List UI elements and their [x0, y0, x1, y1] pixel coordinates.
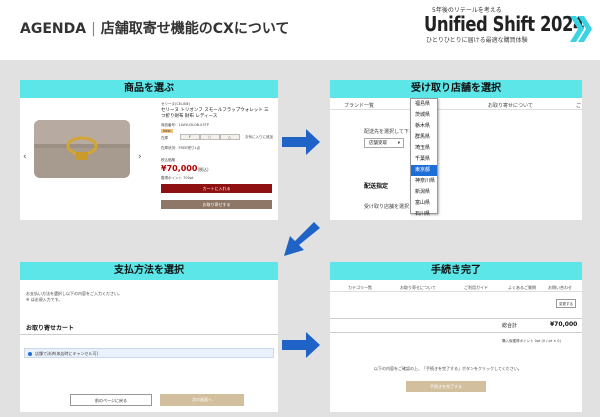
prefecture-option[interactable]: 千葉県 [411, 154, 437, 165]
product-image [34, 120, 130, 178]
arrow-right-icon [282, 332, 320, 358]
new-badge: New [161, 129, 173, 133]
brand-subtitle: ひとりひとりに届ける最適な購買体験 [426, 37, 528, 44]
panel-title: 商品を選ぶ [20, 80, 278, 98]
panel-complete: 手続き完了 カテゴリ一覧 お取り寄せについて ご利用ガイド よくあるご質問 お問… [330, 262, 582, 412]
product-name: セリーヌ トリオンフ スモールフラップウォレット 三つ折り財布 財布 レディース [161, 108, 269, 119]
total-value: ¥70,000 [550, 321, 578, 328]
pickup-store-label: 受け取り店舗を選択 [364, 204, 410, 210]
stock-label: 在庫 [161, 136, 168, 140]
prefecture-option[interactable]: 栃木県 [411, 121, 437, 132]
payment-option-row[interactable]: 店舗で決済(来店時にキャンセル可) [24, 348, 274, 358]
radio-selected-icon[interactable] [28, 352, 32, 356]
next-button[interactable]: 次の画面へ [160, 394, 244, 406]
confirm-instruction: 以下の内容をご確認の上、「手続きを完了する」ボタンをクリックしてください。 [374, 366, 522, 371]
nav-bar: ブランド一覧 お取り寄せについて ご [330, 100, 582, 110]
favorite-link[interactable]: お気に入りに追加 [245, 135, 273, 140]
prefecture-option[interactable]: 埼玉県 [411, 143, 437, 154]
nav-contact[interactable]: お問い合わせ [548, 285, 572, 291]
cart-heading: お取り寄せカート [26, 325, 75, 332]
divider [330, 332, 582, 333]
arrow-right-icon [282, 129, 320, 155]
total-label: 総合計 [502, 323, 518, 329]
prefecture-option-selected[interactable]: 東京都 [411, 165, 437, 176]
prefecture-option[interactable]: 群馬県 [411, 132, 437, 143]
panel-select-store: 受け取り店舗を選択 ブランド一覧 お取り寄せについて ご 配送先を選択して下さい… [330, 80, 582, 220]
price-label: 税込価格 [161, 158, 175, 162]
size-option[interactable]: F [180, 134, 200, 140]
prefecture-option[interactable]: 新潟県 [411, 187, 437, 198]
brand-logo: 5年後のリテールを考える Unified Shift 2024 ひとりひとりに届… [424, 4, 594, 50]
stock-status: 在庫状況：FREE残り1点 [161, 146, 201, 150]
panel-payment-method: 支払方法を選択 お支払い方法を選択し以下の内容をご入力ください。 ※ は必須入力… [20, 262, 278, 412]
order-shipping-button[interactable]: お取り寄せする [161, 200, 272, 209]
product-brand[interactable]: セリーヌ(CELINE) [161, 102, 190, 107]
product-code: 商品番号：10AYU3LOB.03TP [161, 123, 209, 127]
add-to-cart-button[interactable]: カートに入れる [161, 184, 272, 193]
nav-more[interactable]: ご [576, 102, 581, 109]
nav-shipping[interactable]: お取り寄せについて [400, 285, 436, 291]
next-image-icon[interactable]: › [138, 152, 142, 162]
panel-select-product: 商品を選ぶ ‹ › セリーヌ(CELINE) セリーヌ トリオンフ スモールフラ… [20, 80, 278, 220]
complete-button[interactable]: 手続きを完了する [406, 381, 486, 392]
divider [330, 318, 582, 319]
prefecture-option[interactable]: 石川県 [411, 209, 437, 220]
nav-faq[interactable]: よくあるご質問 [508, 285, 536, 291]
panel-title: 支払方法を選択 [20, 262, 278, 280]
points-note: 購入後獲得ポイント 0pt (0 / pt × 0) [502, 339, 561, 343]
nav-guide[interactable]: ご利用ガイド [464, 285, 488, 291]
prefecture-dropdown[interactable]: 福島県 茨城県 栃木県 群馬県 埼玉県 千葉県 東京都 神奈川県 新潟県 富山県… [410, 98, 438, 217]
arrow-down-left-icon [284, 222, 320, 256]
size-option[interactable]: ○ [200, 134, 220, 140]
prefecture-option[interactable]: 福島県 [411, 99, 437, 110]
agenda-label: AGENDA [20, 21, 87, 37]
title-separator: | [91, 21, 96, 37]
nav-category[interactable]: カテゴリ一覧 [348, 285, 372, 291]
change-button[interactable]: 変更する [556, 299, 576, 308]
prefecture-option[interactable]: 神奈川県 [411, 176, 437, 187]
product-price: ¥70,000(税込) [161, 164, 209, 173]
required-note: ※ は必須入力です。 [26, 297, 63, 302]
nav-bar: カテゴリ一覧 お取り寄せについて ご利用ガイド よくあるご質問 お問い合わせ [330, 282, 582, 292]
chevron-right-icon [570, 16, 592, 42]
nav-shipping[interactable]: お取り寄せについて [488, 102, 533, 109]
slide-header: AGENDA | 店舗取寄せ機能のCXについて 5年後のリテールを考える Unifi… [0, 0, 600, 58]
panel-title: 手続き完了 [330, 262, 582, 280]
panel-title: 受け取り店舗を選択 [330, 80, 582, 98]
size-option[interactable]: △ [220, 134, 240, 140]
nav-brand-list[interactable]: ブランド一覧 [344, 102, 374, 109]
prev-image-icon[interactable]: ‹ [23, 152, 27, 162]
prefecture-option[interactable]: 富山県 [411, 198, 437, 209]
slide-heading: 店舗取寄せ機能のCXについて [100, 21, 290, 37]
slide-title: AGENDA | 店舗取寄せ機能のCXについて [20, 18, 289, 38]
delivery-spec-heading: 配送指定 [364, 183, 389, 190]
divider [20, 334, 278, 335]
brand-name: Unified Shift 2024 [424, 12, 585, 36]
back-button[interactable]: 前のページに戻る [70, 394, 152, 406]
payment-option-label: 店舗で決済(来店時にキャンセル可) [35, 351, 99, 356]
ship-method-select[interactable]: 店舗受取 ▾ [364, 138, 404, 148]
prefecture-option[interactable]: 茨城県 [411, 110, 437, 121]
point-note: 獲得ポイント 700pt [161, 176, 194, 180]
